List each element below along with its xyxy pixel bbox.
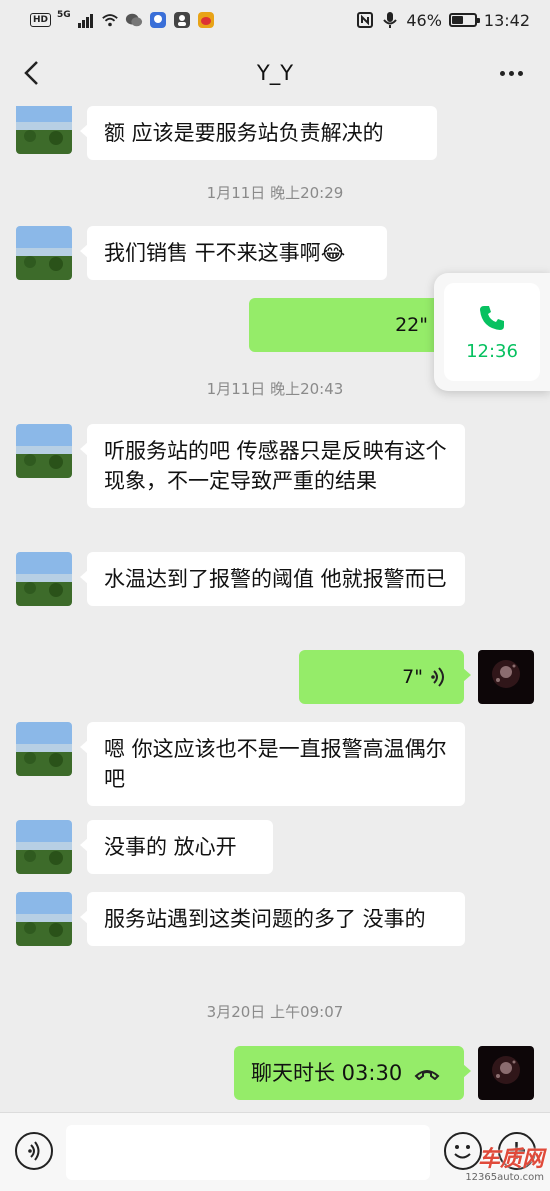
notification-app-icon	[149, 12, 166, 28]
watermark: www.12365auto.com	[175, 586, 393, 608]
logo-url: 12365auto.com	[465, 1172, 544, 1183]
phone-icon	[480, 305, 504, 330]
battery-percent: 46%	[406, 10, 442, 30]
nfc-icon	[357, 12, 374, 28]
incoming-message[interactable]: 服务站遇到这类问题的多了 没事的	[80, 892, 465, 946]
clock: 13:42	[483, 10, 530, 30]
voice-duration: 22"	[395, 314, 428, 336]
voice-duration: 7"	[402, 666, 423, 688]
wechat-icon	[125, 13, 142, 27]
status-bar: HD 5G 46% 13:42	[0, 0, 550, 40]
contact-avatar[interactable]	[16, 820, 72, 874]
incoming-message[interactable]: 嗯 你这应该也不是一直报警高温偶尔吧	[80, 722, 465, 806]
outgoing-call-record[interactable]: 聊天时长 03:30	[234, 1046, 471, 1100]
incoming-message[interactable]: 没事的 放心开	[80, 820, 273, 874]
contact-avatar[interactable]	[16, 892, 72, 946]
hd-badge: HD	[30, 13, 52, 27]
wifi-icon	[101, 14, 118, 27]
message-text: 我们销售 干不来这事啊	[104, 241, 321, 265]
floating-call-inner: 12:36	[444, 283, 540, 381]
floating-call-window[interactable]: 12:36	[434, 273, 550, 391]
contact-avatar[interactable]	[16, 552, 72, 606]
more-dot-icon	[517, 70, 523, 76]
call-timer: 12:36	[466, 340, 518, 362]
status-left: HD 5G	[30, 10, 215, 29]
contact-avatar[interactable]	[16, 106, 72, 154]
phone-hangup-icon	[414, 1070, 440, 1080]
more-options-button[interactable]	[494, 58, 528, 88]
logo-name: 车质网	[477, 1147, 544, 1172]
voice-input-button[interactable]	[15, 1132, 53, 1170]
chat-area[interactable]: 额 应该是要服务站负责解决的 1月11日 晚上20:29 我们销售 干不来这事啊…	[0, 106, 550, 1112]
more-dot-icon	[499, 70, 505, 76]
battery-icon	[448, 13, 480, 27]
network-indicator: 5G	[57, 10, 71, 20]
contact-avatar[interactable]	[16, 424, 72, 478]
call-duration-text: 聊天时长 03:30	[251, 1061, 403, 1085]
timestamp: 3月20日 上午09:07	[206, 1003, 344, 1021]
more-dot-icon	[508, 70, 514, 76]
site-logo: 车质网 12365auto.com	[465, 1148, 544, 1184]
signal-icon	[77, 14, 93, 28]
voice-wave-icon	[431, 667, 444, 687]
my-avatar[interactable]	[478, 1046, 534, 1100]
incoming-message[interactable]: 我们销售 干不来这事啊😂	[80, 226, 387, 280]
incoming-message[interactable]: 额 应该是要服务站负责解决的	[80, 106, 437, 160]
back-button[interactable]	[14, 56, 48, 90]
weibo-icon	[197, 12, 214, 28]
voice-wave-icon	[28, 1141, 40, 1161]
timestamp: 1月11日 晚上20:29	[206, 184, 344, 202]
my-avatar[interactable]	[478, 650, 534, 704]
message-input[interactable]	[66, 1125, 430, 1180]
outgoing-voice-message[interactable]: 7"	[299, 650, 471, 704]
microphone-icon	[383, 12, 398, 28]
contact-avatar[interactable]	[16, 722, 72, 776]
status-right: 46% 13:42	[356, 11, 530, 30]
chevron-left-icon	[24, 61, 38, 85]
chat-title: Y_Y	[256, 61, 294, 85]
contact-avatar[interactable]	[16, 226, 72, 280]
chat-header: Y_Y	[0, 40, 550, 106]
laughing-crying-emoji-icon: 😂	[320, 241, 346, 265]
user-app-icon	[173, 12, 190, 28]
incoming-message[interactable]: 听服务站的吧 传感器只是反映有这个现象，不一定导致严重的结果	[80, 424, 465, 508]
